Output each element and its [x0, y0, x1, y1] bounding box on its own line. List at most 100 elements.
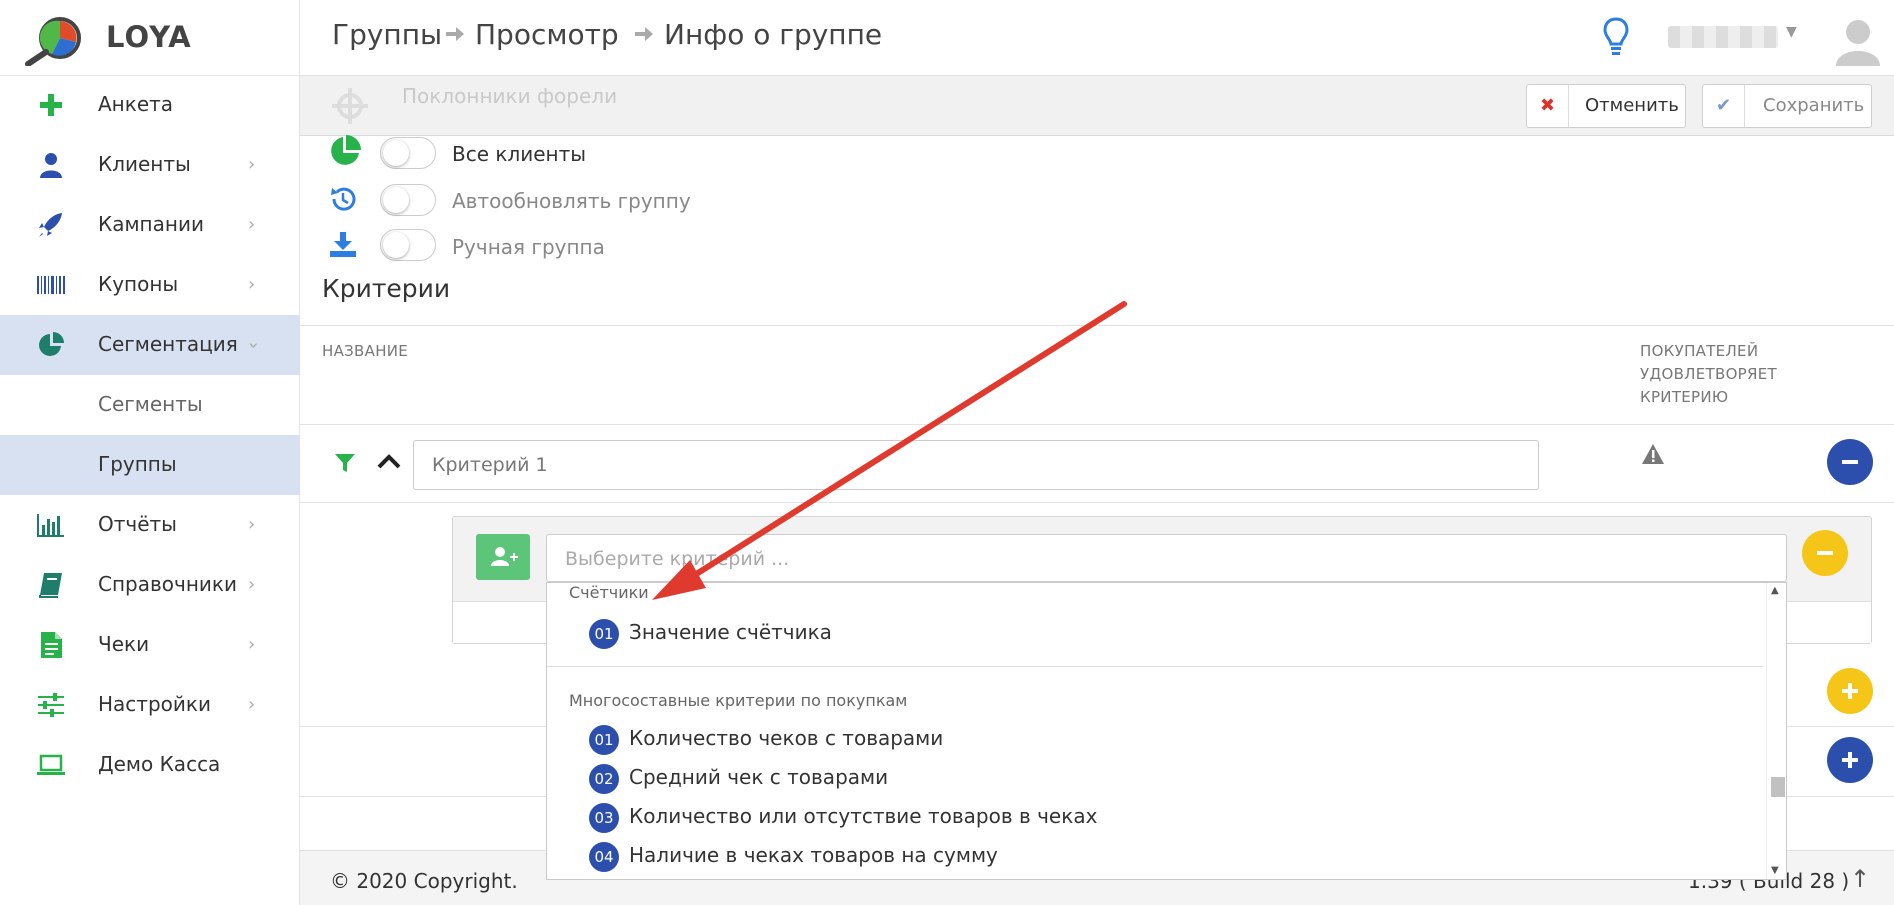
- sidebar-item-label: Анкета: [98, 92, 174, 116]
- check-icon: ✔: [1703, 85, 1745, 127]
- sidebar-item-clients[interactable]: Клиенты ›: [0, 135, 300, 195]
- dropdown-group-title: Счётчики: [569, 583, 649, 602]
- all-clients-toggle[interactable]: [380, 137, 436, 169]
- breadcrumb-view[interactable]: Просмотр: [475, 18, 619, 51]
- save-label: Сохранить: [1763, 95, 1865, 116]
- group-name-input[interactable]: Поклонники форели: [402, 84, 617, 108]
- option-label: Средний чек с товарами: [629, 765, 889, 789]
- bar-chart-icon: [37, 514, 64, 537]
- sidebar-item-reports[interactable]: Отчёты ›: [0, 495, 300, 555]
- criterion-select[interactable]: Выберите критерий ...: [546, 534, 1787, 582]
- copyright: © 2020 Copyright.: [330, 869, 518, 893]
- dropdown-option[interactable]: 01 Количество чеков с товарами: [589, 723, 1739, 755]
- logo-icon: [25, 17, 81, 66]
- user-plus-icon: [491, 547, 518, 566]
- chevron-right-icon: ›: [248, 274, 256, 295]
- minus-icon: [1817, 551, 1833, 555]
- pie-chart-icon: [331, 135, 361, 165]
- sidebar-item-segments[interactable]: Сегменты: [0, 375, 300, 435]
- scroll-up-icon[interactable]: ▲: [1771, 585, 1779, 596]
- option-number: 04: [589, 842, 619, 872]
- toggle-knob: [383, 140, 409, 166]
- chevron-right-icon: ›: [248, 634, 256, 655]
- scroll-top-icon[interactable]: ↑: [1850, 865, 1870, 893]
- brand-name: LOYA: [106, 20, 192, 54]
- option-label: Количество чеков с товарами: [629, 726, 944, 750]
- history-icon: [331, 187, 356, 211]
- sidebar-item-groups[interactable]: Группы: [0, 435, 300, 495]
- option-number: 02: [589, 764, 619, 794]
- username-blurred[interactable]: [1668, 26, 1778, 48]
- barcode-icon: [37, 276, 65, 294]
- sidebar-item-campaigns[interactable]: Кампании ›: [0, 195, 300, 255]
- sidebar-item-label: Кампании: [98, 212, 204, 236]
- criterion-name-input[interactable]: Критерий 1: [413, 440, 1539, 490]
- option-label: Наличие в чеках товаров на сумму: [629, 843, 998, 867]
- sidebar: LOYA Анкета Клиенты › Кампании › Купоны …: [0, 0, 300, 905]
- sidebar-item-segmentation[interactable]: Сегментация ›: [0, 315, 300, 375]
- caret-down-icon[interactable]: ▼: [1786, 24, 1797, 40]
- breadcrumb-groups[interactable]: Группы: [332, 18, 442, 51]
- dropdown-group-title: Многосоставные критерии по покупкам: [569, 691, 908, 710]
- scroll-down-icon[interactable]: ▼: [1771, 865, 1779, 876]
- sidebar-item-receipts[interactable]: Чеки ›: [0, 615, 300, 675]
- dropdown-option[interactable]: 01 Значение счётчика: [589, 617, 1739, 649]
- column-header-buyers-line: ПОКУПАТЕЛЕЙ: [1640, 342, 1759, 360]
- avatar[interactable]: [1830, 10, 1886, 66]
- add-criterion-button[interactable]: [1827, 737, 1873, 783]
- dropdown-option[interactable]: 02 Средний чек с товарами: [589, 762, 1739, 794]
- divider: [300, 424, 1894, 425]
- criterion-select-placeholder: Выберите критерий ...: [565, 548, 790, 570]
- sidebar-item-label: Клиенты: [98, 152, 191, 176]
- sidebar-item-demo-cash[interactable]: Демо Касса: [0, 735, 300, 795]
- option-number: 01: [589, 725, 619, 755]
- document-icon: [41, 632, 62, 658]
- save-button[interactable]: ✔ Сохранить: [1702, 84, 1872, 128]
- scrollbar-thumb[interactable]: [1771, 777, 1785, 797]
- dropdown-scrollbar[interactable]: ▲ ▼: [1766, 583, 1786, 879]
- dropdown-option[interactable]: 04 Наличие в чеках товаров на сумму: [589, 840, 1739, 872]
- manual-group-toggle[interactable]: [380, 229, 436, 261]
- pie-chart-icon: [39, 332, 64, 356]
- chevron-right-icon: ›: [248, 154, 256, 175]
- option-number: 03: [589, 803, 619, 833]
- toggle-knob: [383, 187, 409, 213]
- chevron-up-icon[interactable]: [377, 452, 401, 470]
- sidebar-item-label: Группы: [98, 452, 177, 476]
- cancel-button[interactable]: ✖ Отменить: [1526, 84, 1686, 128]
- logo[interactable]: LOYA: [0, 0, 300, 76]
- lightbulb-icon[interactable]: [1602, 16, 1630, 58]
- plus-icon: [40, 94, 62, 116]
- criteria-title: Критерии: [322, 274, 451, 303]
- warning-icon: [1642, 444, 1664, 464]
- all-clients-label: Все клиенты: [452, 142, 587, 166]
- sidebar-item-label: Демо Касса: [98, 752, 221, 776]
- sidebar-item-anketa[interactable]: Анкета: [0, 75, 300, 135]
- arrow-right-icon: [635, 27, 653, 41]
- minus-icon: [1842, 460, 1858, 464]
- option-label: Значение счётчика: [629, 620, 832, 644]
- close-icon: ✖: [1527, 85, 1569, 127]
- sidebar-item-settings[interactable]: Настройки ›: [0, 675, 300, 735]
- sidebar-item-coupons[interactable]: Купоны ›: [0, 255, 300, 315]
- chevron-right-icon: ›: [248, 514, 256, 535]
- sidebar-item-label: Сегментация: [98, 332, 238, 356]
- user-icon: [40, 153, 62, 178]
- remove-criterion-button[interactable]: [1827, 439, 1873, 485]
- breadcrumb-group-info: Инфо о группе: [664, 18, 883, 51]
- column-header-buyers-line: УДОВЛЕТВОРЯЕТ: [1640, 365, 1777, 383]
- auto-update-label: Автообновлять группу: [452, 189, 691, 213]
- sidebar-item-label: Сегменты: [98, 392, 203, 416]
- sidebar-item-references[interactable]: Справочники ›: [0, 555, 300, 615]
- add-sub-criterion-button[interactable]: [1827, 668, 1873, 714]
- header: Группы Просмотр Инфо о группе ▼: [300, 0, 1894, 76]
- dropdown-option[interactable]: 03 Количество или отсутствие товаров в ч…: [589, 801, 1739, 833]
- chevron-right-icon: ›: [248, 574, 256, 595]
- auto-update-toggle[interactable]: [380, 184, 436, 216]
- chevron-right-icon: ›: [248, 214, 256, 235]
- add-user-button[interactable]: [476, 534, 530, 580]
- column-header-name: НАЗВАНИЕ: [322, 342, 409, 360]
- remove-sub-criterion-button[interactable]: [1802, 530, 1848, 576]
- option-number: 01: [589, 619, 619, 649]
- cancel-label: Отменить: [1585, 95, 1679, 116]
